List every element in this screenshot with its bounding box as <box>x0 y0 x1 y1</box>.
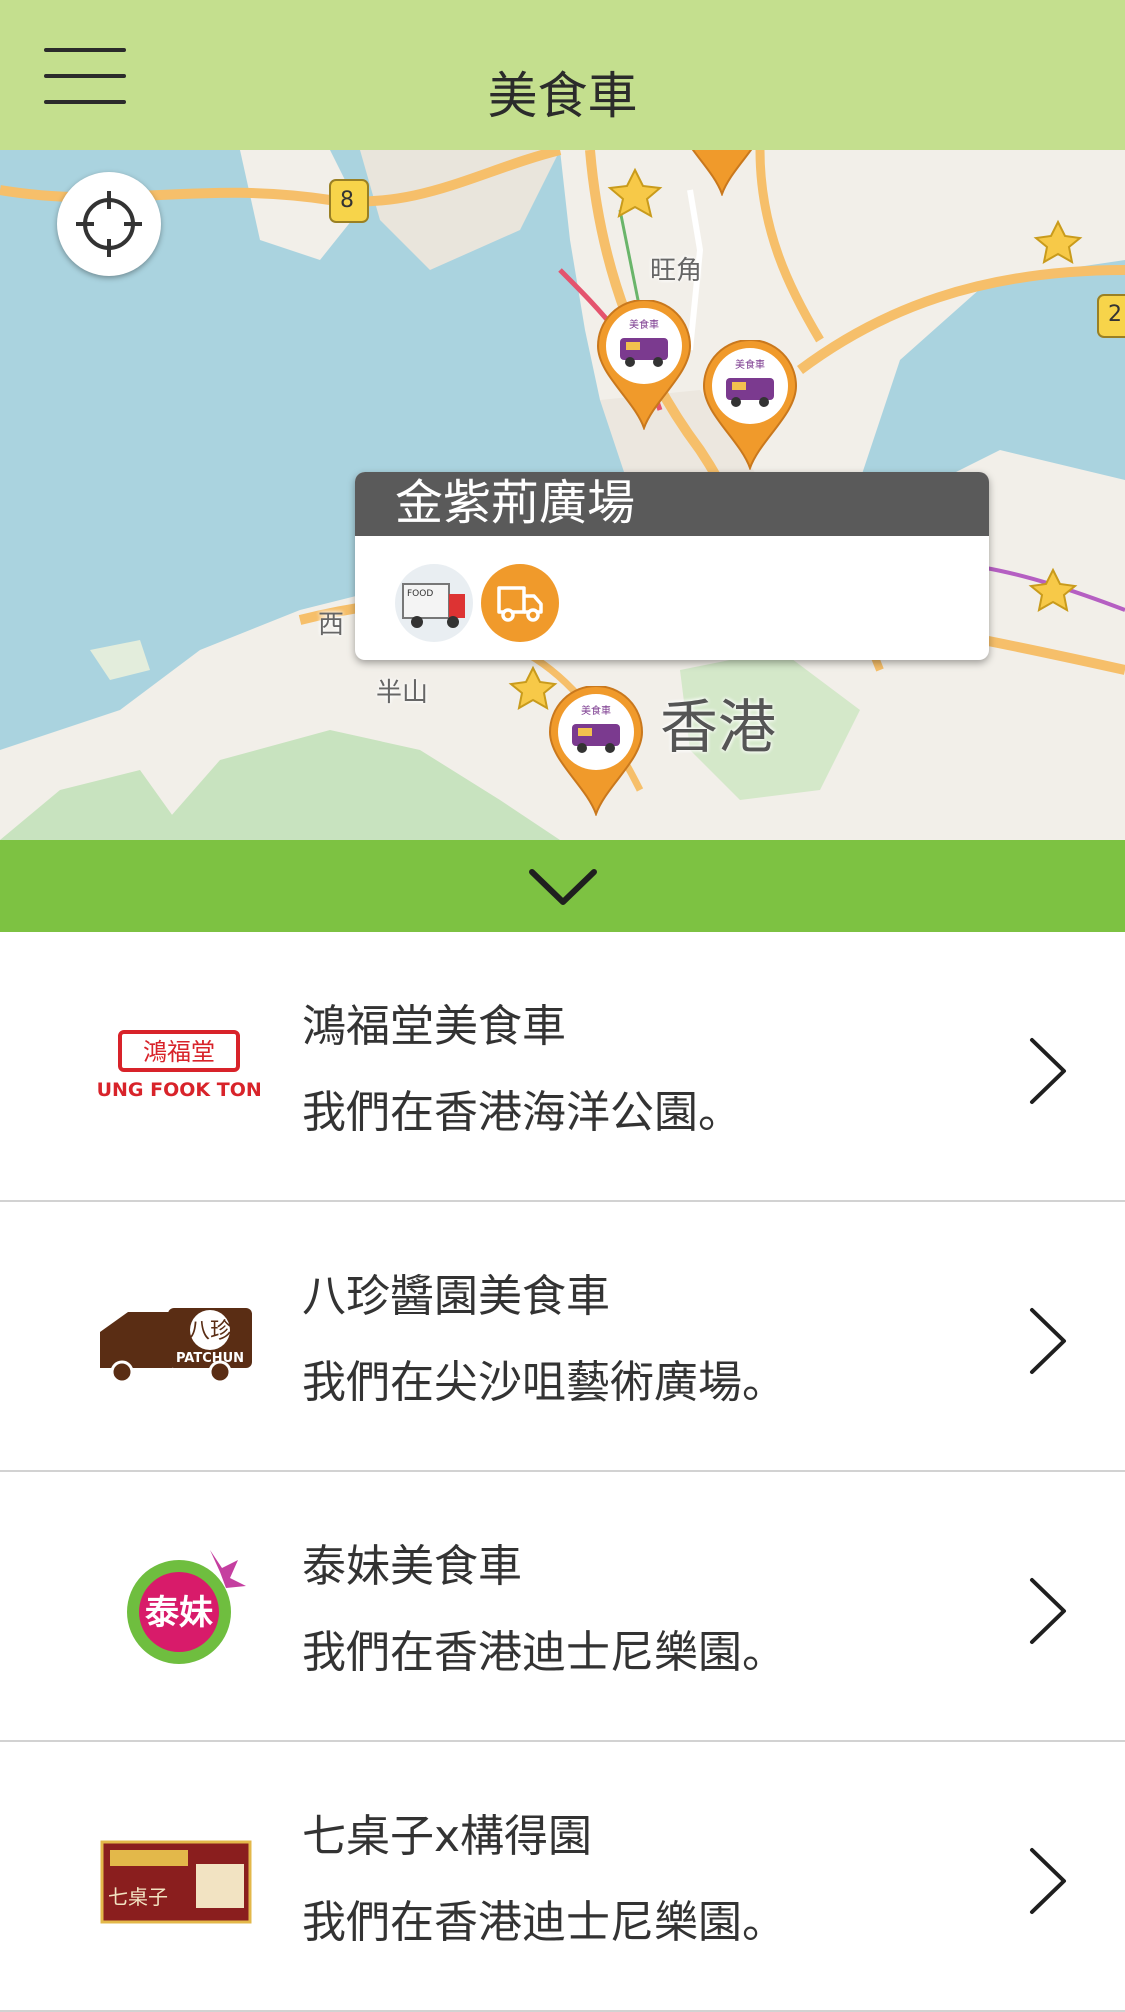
truck-name: 八珍醬園美食車 <box>302 1271 610 1322</box>
truck-name: 七桌子x構得園 <box>302 1811 593 1862</box>
svg-text:美食車: 美食車 <box>629 318 659 331</box>
food-truck-thumbnail[interactable]: FOOD <box>395 564 473 642</box>
thai-mui-logo: 泰妹 <box>127 1550 246 1664</box>
truck-name: 鴻福堂美食車 <box>302 1001 566 1052</box>
truck-location: 我們在香港海洋公園。 <box>302 1087 742 1138</box>
chevron-right-icon <box>1030 1578 1066 1644</box>
chevron-down-icon <box>529 869 597 905</box>
truck-name: 泰妹美食車 <box>302 1541 522 1592</box>
road-shield-label: 2 <box>1108 302 1122 327</box>
logo-text: 泰妹 <box>145 1593 213 1633</box>
food-truck-map-pin[interactable]: 美食車 <box>594 300 694 430</box>
collapse-map-toggle[interactable] <box>0 840 1125 932</box>
logo-text: HUNG FOOK TONG <box>98 1079 260 1101</box>
svg-text:美食車: 美食車 <box>581 704 611 717</box>
svg-text:鴻福堂: 鴻福堂 <box>143 1038 215 1066</box>
popup-title: 金紫荊廣場 <box>355 472 989 536</box>
truck-location: 我們在香港迪士尼樂園。 <box>302 1627 786 1678</box>
list-item[interactable]: 泰妹 泰妹美食車 我們在香港迪士尼樂園。 <box>0 1472 1125 1742</box>
svg-text:八珍: 八珍 <box>188 1319 232 1344</box>
truck-location: 我們在尖沙咀藝術廣場。 <box>302 1357 786 1408</box>
map-label-hong-kong: 香港 <box>660 693 777 761</box>
map-label-wang-kok: 旺角 <box>650 256 703 286</box>
truck-location: 我們在香港迪士尼樂園。 <box>302 1897 786 1948</box>
list-item[interactable]: 八珍 PATCHUN 八珍醬園美食車 我們在尖沙咀藝術廣場。 <box>0 1202 1125 1472</box>
crosshair-icon <box>76 191 142 257</box>
food-truck-map-pin[interactable] <box>672 150 772 196</box>
chevron-right-icon <box>1030 1848 1066 1914</box>
hamburger-icon-bar <box>44 48 126 52</box>
truck-icon <box>497 586 543 622</box>
logo-text: 七桌子 <box>108 1885 168 1909</box>
food-truck-map-pin[interactable]: 美食車 <box>546 686 646 816</box>
hung-fook-tong-logo: 鴻福堂 HUNG FOOK TONG <box>98 1030 260 1101</box>
truck-button[interactable] <box>481 564 559 642</box>
location-popup[interactable]: 金紫荊廣場 FOOD <box>355 472 989 660</box>
map-label-bun-shan: 半山 <box>376 678 429 708</box>
food-truck-map-pin[interactable]: 美食車 <box>700 340 800 470</box>
list-item[interactable]: 七桌子 七桌子x構得園 我們在香港迪士尼樂園。 <box>0 1742 1125 2012</box>
app-header: 美食車 <box>0 0 1125 150</box>
chevron-right-icon <box>1030 1308 1066 1374</box>
logo-text: PATCHUN <box>176 1351 244 1366</box>
page-title: 美食車 <box>487 67 638 125</box>
svg-text:FOOD: FOOD <box>407 589 433 599</box>
patchun-logo: 八珍 PATCHUN <box>100 1308 252 1384</box>
food-truck-list: 鴻福堂 HUNG FOOK TONG 鴻福堂美食車 我們在香港海洋公園。 八珍 … <box>0 932 1125 2012</box>
list-item[interactable]: 鴻福堂 HUNG FOOK TONG 鴻福堂美食車 我們在香港海洋公園。 <box>0 932 1125 1202</box>
chevron-right-icon <box>1030 1038 1066 1104</box>
svg-text:美食車: 美食車 <box>735 358 765 371</box>
map-label-sai: 西 <box>318 610 345 640</box>
seven-tables-logo: 七桌子 <box>100 1840 252 1924</box>
locate-me-button[interactable] <box>57 172 161 276</box>
road-shield-label: 8 <box>340 188 354 213</box>
